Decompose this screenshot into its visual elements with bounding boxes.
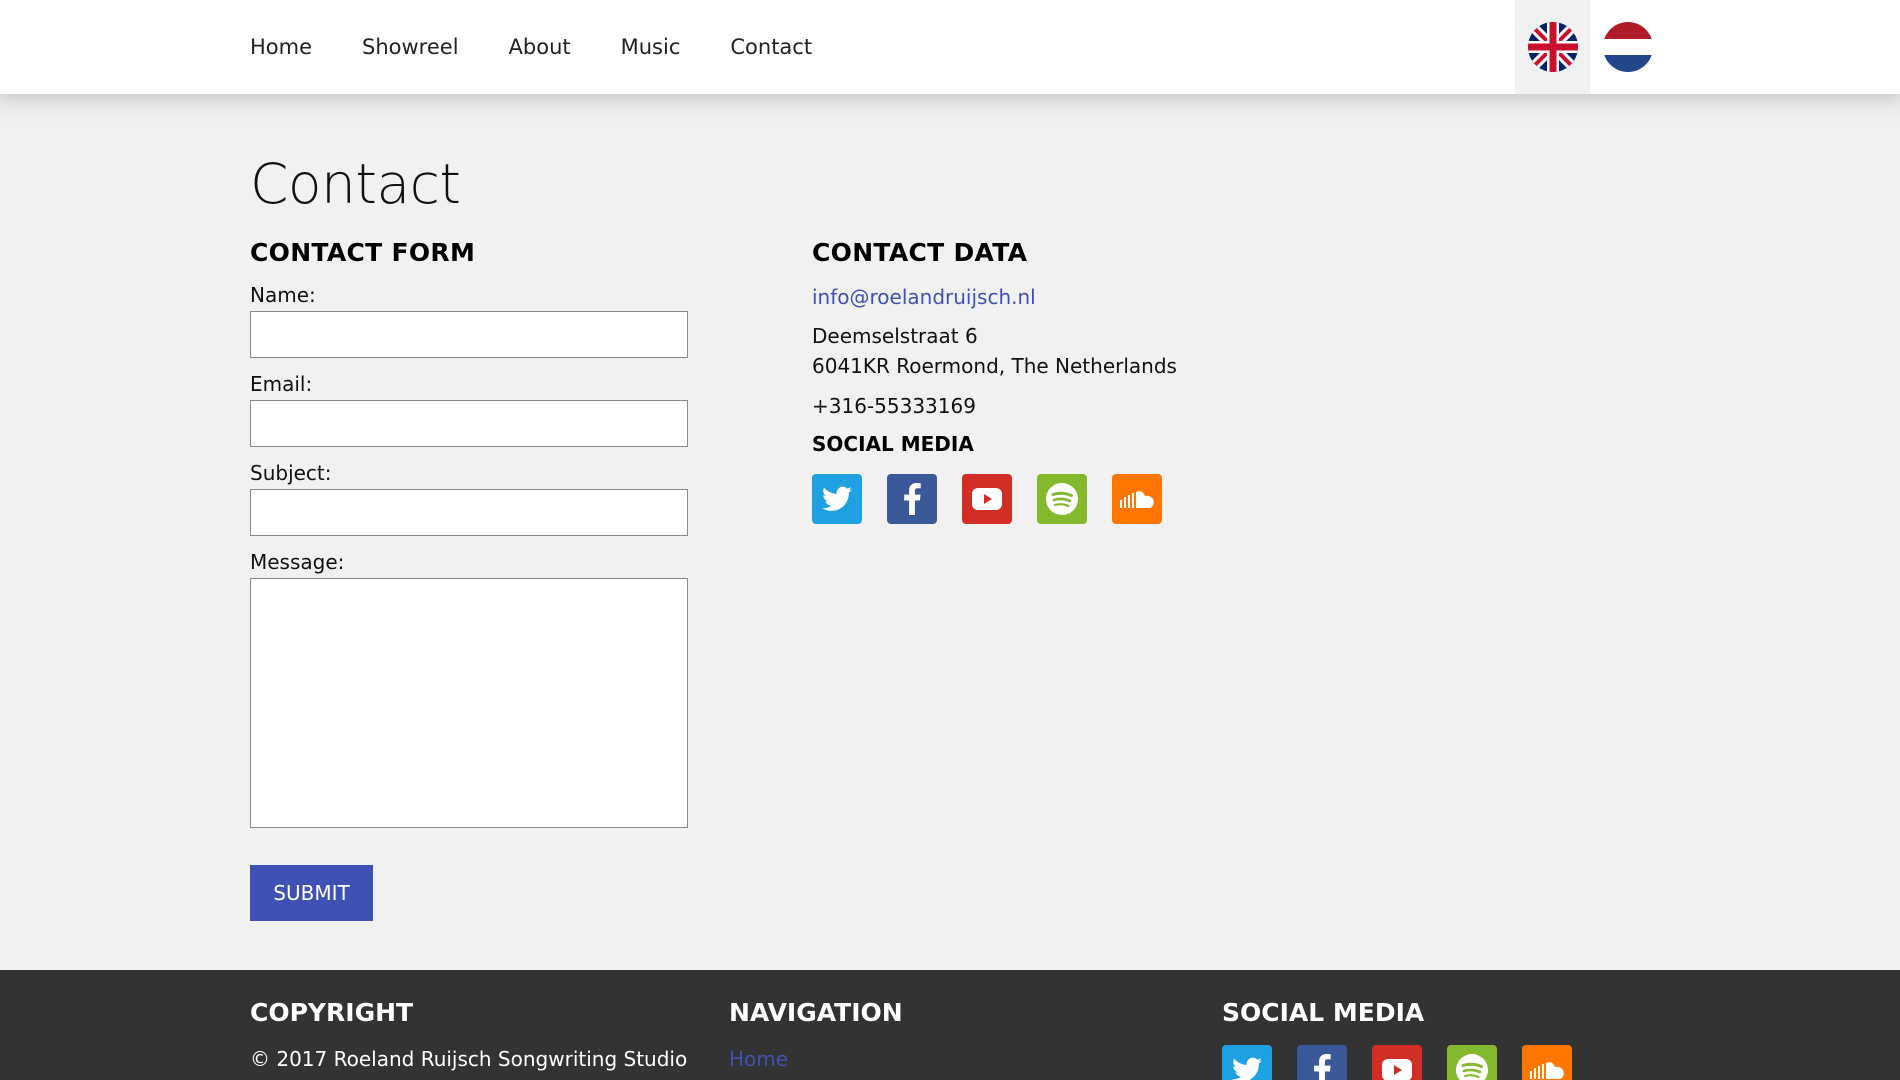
contact-form-heading: CONTACT FORM: [250, 238, 476, 267]
soundcloud-link[interactable]: [1112, 474, 1162, 524]
youtube-icon: [972, 488, 1002, 510]
email-label: Email:: [250, 372, 313, 396]
name-field[interactable]: [250, 311, 688, 358]
footer-spotify-link[interactable]: [1447, 1045, 1497, 1080]
language-dutch-button[interactable]: [1590, 0, 1665, 94]
nav-item-home[interactable]: Home: [250, 35, 312, 59]
address-line-2: 6041KR Roermond, The Netherlands: [812, 354, 1177, 378]
nav-item-about[interactable]: About: [509, 35, 571, 59]
message-label: Message:: [250, 550, 345, 574]
twitter-link[interactable]: [812, 474, 862, 524]
footer-social-icons: [1222, 1045, 1597, 1080]
submit-button[interactable]: SUBMIT: [250, 865, 373, 921]
soundcloud-icon: [1120, 491, 1154, 508]
footer-copyright-heading: COPYRIGHT: [250, 998, 414, 1027]
contact-form: CONTACT FORM Name: Email: Subject: Messa…: [250, 238, 690, 921]
footer-copyright: COPYRIGHT © 2017 Roeland Ruijsch Songwri…: [250, 998, 687, 1071]
contact-data-heading: CONTACT DATA: [812, 238, 1028, 267]
footer-youtube-link[interactable]: [1372, 1045, 1422, 1080]
spotify-icon: [1456, 1054, 1488, 1080]
phone-number: +316-55333169: [812, 394, 976, 418]
uk-flag-icon: [1527, 22, 1578, 72]
address-line-1: Deemselstraat 6: [812, 324, 978, 348]
site-footer: COPYRIGHT © 2017 Roeland Ruijsch Songwri…: [0, 970, 1900, 1080]
facebook-icon: [1314, 1054, 1331, 1080]
footer-soundcloud-link[interactable]: [1522, 1045, 1572, 1080]
spotify-icon: [1046, 483, 1078, 515]
subject-field[interactable]: [250, 489, 688, 536]
nav-item-showreel[interactable]: Showreel: [362, 35, 459, 59]
subject-label: Subject:: [250, 461, 332, 485]
spotify-link[interactable]: [1037, 474, 1087, 524]
twitter-icon: [822, 486, 852, 511]
nav-item-music[interactable]: Music: [621, 35, 681, 59]
youtube-link[interactable]: [962, 474, 1012, 524]
footer-navigation: NAVIGATION Home: [729, 998, 903, 1071]
facebook-link[interactable]: [887, 474, 937, 524]
contact-data: CONTACT DATA info@roelandruijsch.nl Deem…: [812, 238, 1312, 524]
netherlands-flag-icon: [1602, 22, 1653, 72]
footer-facebook-link[interactable]: [1297, 1045, 1347, 1080]
contact-email-link[interactable]: info@roelandruijsch.nl: [812, 285, 1036, 309]
soundcloud-icon: [1530, 1062, 1564, 1079]
footer-copyright-text: © 2017 Roeland Ruijsch Songwriting Studi…: [250, 1047, 688, 1071]
language-english-button[interactable]: [1515, 0, 1590, 94]
page-title: Contact: [250, 152, 461, 216]
message-field[interactable]: [250, 578, 688, 828]
footer-twitter-link[interactable]: [1222, 1045, 1272, 1080]
top-navbar: Home Showreel About Music Contact: [0, 0, 1900, 94]
name-label: Name:: [250, 283, 316, 307]
social-media-heading: SOCIAL MEDIA: [812, 432, 974, 456]
footer-social-heading: SOCIAL MEDIA: [1222, 998, 1425, 1027]
main-nav: Home Showreel About Music Contact: [250, 0, 862, 94]
nav-item-contact[interactable]: Contact: [730, 35, 812, 59]
twitter-icon: [1232, 1057, 1262, 1080]
footer-social: SOCIAL MEDIA: [1222, 998, 1597, 1080]
facebook-icon: [904, 483, 921, 515]
footer-nav-home[interactable]: Home: [729, 1047, 788, 1071]
email-field[interactable]: [250, 400, 688, 447]
youtube-icon: [1382, 1059, 1412, 1080]
header-shadow-strip: [0, 94, 1900, 123]
footer-navigation-heading: NAVIGATION: [729, 998, 903, 1027]
social-icons: [812, 474, 1312, 524]
language-switcher: [1515, 0, 1665, 94]
